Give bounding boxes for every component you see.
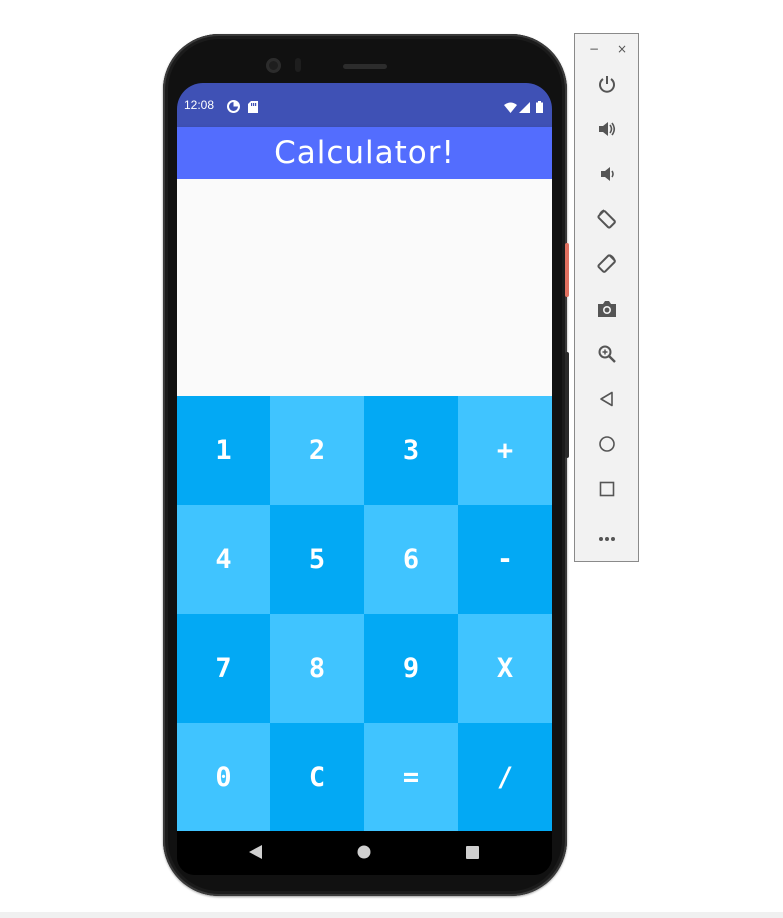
volume-up-button[interactable] <box>592 116 622 146</box>
volume-up-icon <box>597 119 617 143</box>
key-equals[interactable]: = <box>364 723 458 831</box>
overview-icon <box>599 481 615 501</box>
emulator-toolbar: − × <box>574 33 639 562</box>
sd-card-icon <box>248 98 258 117</box>
app-title: Calculator! <box>274 135 455 171</box>
home-icon <box>357 844 371 863</box>
more-options-button[interactable] <box>592 521 622 551</box>
phone-screen: 12:08 Calculator! 1 2 3 + 4 5 6 - 7 8 9 … <box>177 83 552 875</box>
key-minus[interactable]: - <box>458 505 552 614</box>
rotate-right-icon <box>596 253 618 279</box>
navigation-bar <box>177 831 552 875</box>
zoom-button[interactable] <box>592 341 622 371</box>
rotate-right-button[interactable] <box>592 251 622 281</box>
key-9[interactable]: 9 <box>364 614 458 723</box>
rotate-left-button[interactable] <box>592 206 622 236</box>
key-multiply[interactable]: X <box>458 614 552 723</box>
rotate-left-icon <box>596 208 618 234</box>
toolbar-home-button[interactable] <box>592 431 622 461</box>
signal-icon <box>519 98 530 117</box>
key-3[interactable]: 3 <box>364 396 458 505</box>
status-time: 12:08 <box>184 98 215 112</box>
front-camera <box>266 58 281 73</box>
toolbar-back-button[interactable] <box>592 386 622 416</box>
key-plus[interactable]: + <box>458 396 552 505</box>
zoom-icon <box>597 344 617 368</box>
key-divide[interactable]: / <box>458 723 552 831</box>
nav-home-button[interactable] <box>334 831 394 875</box>
power-button[interactable] <box>592 71 622 101</box>
power-icon <box>597 74 617 98</box>
minimize-button[interactable]: − <box>589 42 599 56</box>
home-icon <box>598 435 616 457</box>
wifi-icon <box>504 98 517 117</box>
key-5[interactable]: 5 <box>270 505 364 614</box>
earpiece-speaker <box>343 64 387 69</box>
phone-volume-key[interactable] <box>565 352 569 458</box>
key-7[interactable]: 7 <box>177 614 270 723</box>
app-bar: Calculator! <box>177 127 552 179</box>
screenshot-button[interactable] <box>592 296 622 326</box>
data-saver-icon <box>227 98 240 117</box>
more-icon <box>598 527 616 546</box>
window-bottom-edge <box>0 912 783 918</box>
nav-recents-button[interactable] <box>442 831 502 875</box>
toolbar-overview-button[interactable] <box>592 476 622 506</box>
volume-down-icon <box>597 164 617 188</box>
key-0[interactable]: 0 <box>177 723 270 831</box>
back-icon <box>248 844 262 863</box>
key-2[interactable]: 2 <box>270 396 364 505</box>
keypad: 1 2 3 + 4 5 6 - 7 8 9 X 0 C = / <box>177 396 552 831</box>
key-1[interactable]: 1 <box>177 396 270 505</box>
key-clear[interactable]: C <box>270 723 364 831</box>
key-4[interactable]: 4 <box>177 505 270 614</box>
camera-icon <box>597 300 617 322</box>
back-icon <box>599 391 615 411</box>
status-bar: 12:08 <box>177 83 552 127</box>
key-8[interactable]: 8 <box>270 614 364 723</box>
toolbar-window-controls: − × <box>575 42 640 58</box>
calculator-display <box>177 179 552 396</box>
recents-icon <box>465 844 479 863</box>
key-6[interactable]: 6 <box>364 505 458 614</box>
phone-power-key[interactable] <box>565 243 569 297</box>
volume-down-button[interactable] <box>592 161 622 191</box>
battery-icon <box>536 98 543 117</box>
close-button[interactable]: × <box>617 42 627 56</box>
nav-back-button[interactable] <box>225 831 285 875</box>
proximity-sensor <box>295 58 301 72</box>
